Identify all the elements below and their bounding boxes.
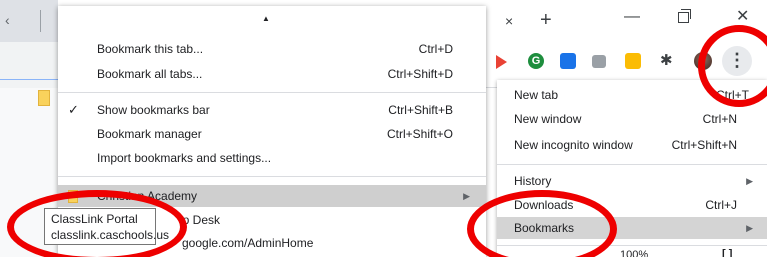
menu-item-shortcut: Ctrl+D <box>418 42 453 56</box>
tab-divider <box>40 10 41 32</box>
chrome-main-menu: New tab Ctrl+T New window Ctrl+N New inc… <box>497 80 767 257</box>
bookmark-this-tab[interactable]: Bookmark this tab... Ctrl+D <box>58 38 486 60</box>
menu-item-new-window[interactable]: New window Ctrl+N <box>497 108 767 130</box>
fullscreen-icon[interactable]: [ ] <box>722 248 732 257</box>
minimize-icon[interactable]: — <box>624 8 640 26</box>
menu-item-label: New incognito window <box>514 138 633 152</box>
menu-item-shortcut: Ctrl+Shift+B <box>388 103 453 117</box>
scroll-up-arrow-icon[interactable]: ▲ <box>262 14 270 23</box>
bookmark-all-tabs[interactable]: Bookmark all tabs... Ctrl+Shift+D <box>58 63 486 85</box>
toolbar-left-area <box>0 42 58 88</box>
menu-item-downloads[interactable]: Downloads Ctrl+J <box>497 194 767 216</box>
zoom-level: 100% <box>620 249 649 257</box>
menu-item-label: Import bookmarks and settings... <box>97 151 272 165</box>
extensions-puzzle-icon[interactable]: ✱ <box>660 51 673 69</box>
checkmark-icon: ✓ <box>68 102 79 117</box>
menu-item-label: Bookmarks <box>514 221 575 235</box>
new-tab-button[interactable]: + <box>540 9 552 32</box>
submenu-arrow-icon: ▶ <box>746 223 753 233</box>
submenu-arrow-icon: ▶ <box>746 176 753 186</box>
extension-yellow-icon[interactable] <box>625 53 641 69</box>
menu-item-label: History <box>514 174 552 188</box>
chrome-menu-button[interactable]: ⋮ <box>722 46 752 76</box>
tooltip-title: ClassLink Portal <box>51 212 138 226</box>
menu-item-label: Downloads <box>514 198 574 212</box>
menu-item-label: Christian Academy <box>97 189 198 203</box>
menu-item-shortcut: Ctrl+Shift+N <box>671 138 737 152</box>
extension-play-icon[interactable] <box>496 55 507 69</box>
menu-item-label: New window <box>514 112 582 126</box>
menu-item-bookmarks[interactable]: Bookmarks ▶ <box>497 217 767 239</box>
menu-item-shortcut: Ctrl+N <box>702 112 737 126</box>
bookmark-tooltip: ClassLink Portal classlink.caschools.us <box>44 208 170 245</box>
address-bar-underline <box>0 79 58 80</box>
menu-item-shortcut: Ctrl+Shift+O <box>386 127 453 141</box>
bookmark-folder-christian-academy[interactable]: Christian Academy ▶ <box>58 185 486 207</box>
menu-item-shortcut: Ctrl+Shift+D <box>387 67 453 81</box>
extension-blue-icon[interactable] <box>560 53 576 69</box>
menu-item-label: New tab <box>514 88 559 102</box>
extension-grammarly-icon[interactable]: G <box>528 53 544 69</box>
menu-item-label: Bookmark all tabs... <box>97 67 203 81</box>
extension-screen-icon[interactable] <box>592 55 606 68</box>
menu-item-new-tab[interactable]: New tab Ctrl+T <box>497 84 767 106</box>
profile-avatar[interactable] <box>694 52 712 70</box>
close-tab-icon[interactable]: × <box>505 13 513 29</box>
folder-icon <box>68 190 78 203</box>
show-bookmarks-bar[interactable]: ✓ Show bookmarks bar Ctrl+Shift+B <box>58 99 486 121</box>
back-arrow-icon[interactable]: ‹ <box>5 12 10 28</box>
menu-item-new-incognito-window[interactable]: New incognito window Ctrl+Shift+N <box>497 134 767 156</box>
bookmark-folder-icon[interactable] <box>38 90 50 106</box>
menu-item-shortcut: Ctrl+J <box>705 198 737 212</box>
menu-separator <box>497 164 767 165</box>
close-window-icon[interactable]: ✕ <box>736 6 749 26</box>
restore-window-icon[interactable] <box>678 9 691 23</box>
submenu-arrow-icon: ▶ <box>463 191 470 201</box>
import-bookmarks[interactable]: Import bookmarks and settings... <box>58 147 486 169</box>
menu-item-label: Bookmark manager <box>97 127 202 141</box>
menu-item-label: Show bookmarks bar <box>97 103 210 117</box>
menu-item-label: Bookmark this tab... <box>97 42 204 56</box>
tooltip-url: classlink.caschools.us <box>51 228 170 242</box>
menu-separator <box>58 92 486 93</box>
menu-item-history[interactable]: History ▶ <box>497 170 767 192</box>
menu-item-label: lp Desk <box>180 213 221 227</box>
menu-item-label: google.com/AdminHome <box>182 236 314 250</box>
menu-item-shortcut: Ctrl+T <box>716 88 749 102</box>
bookmark-manager[interactable]: Bookmark manager Ctrl+Shift+O <box>58 123 486 145</box>
menu-separator <box>497 245 767 246</box>
menu-separator <box>58 176 486 177</box>
